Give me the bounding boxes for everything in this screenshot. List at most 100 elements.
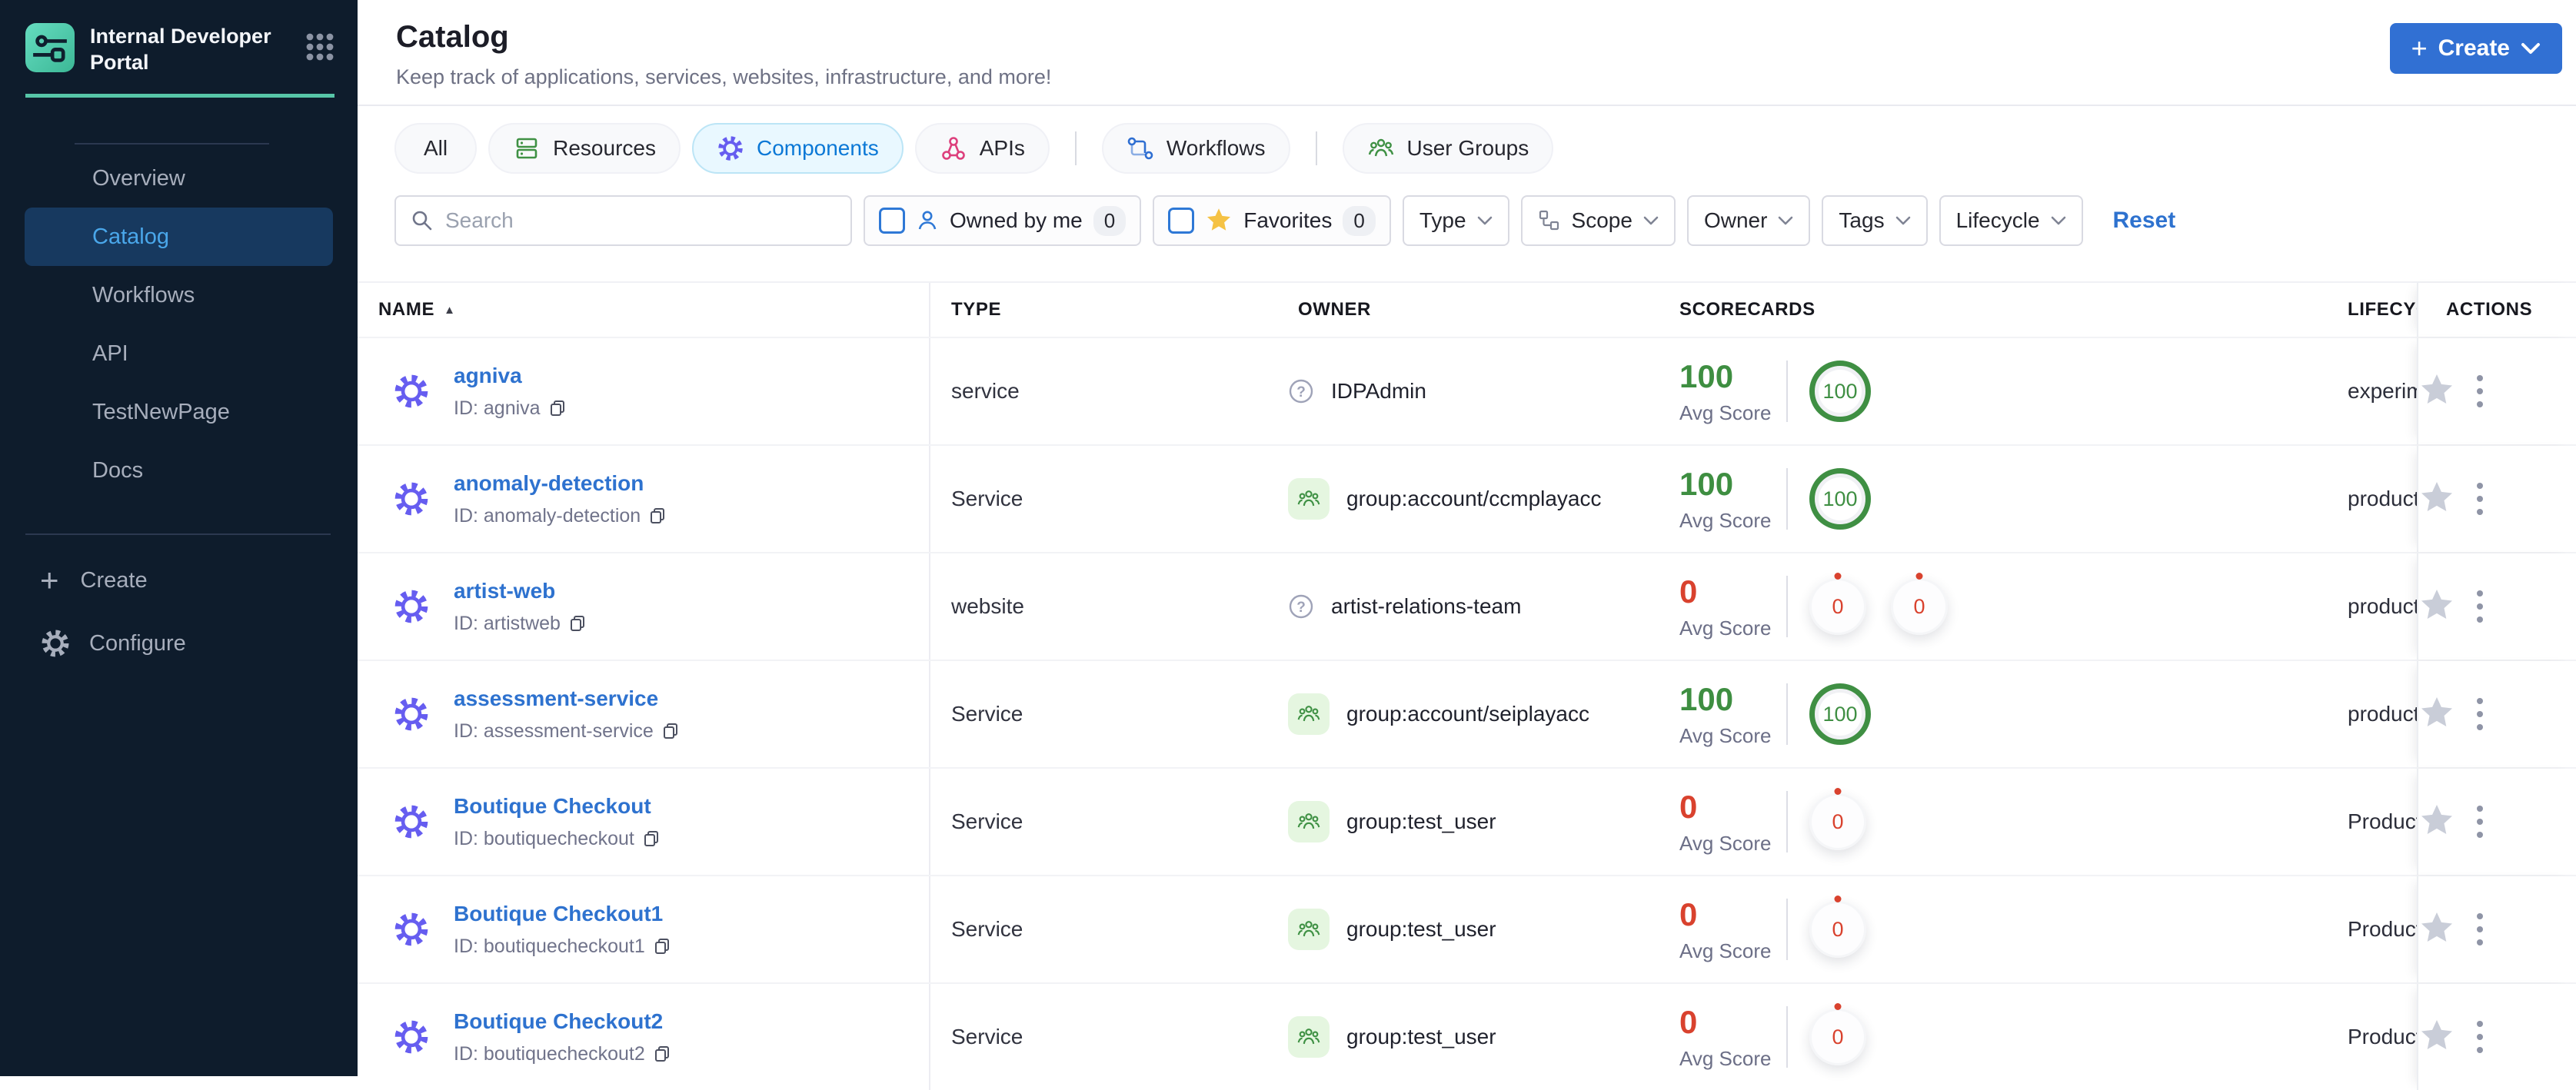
entity-name-link[interactable]: Boutique Checkout xyxy=(454,794,661,819)
tab-user-groups[interactable]: User Groups xyxy=(1343,123,1554,174)
entity-name-link[interactable]: assessment-service xyxy=(454,686,680,711)
column-header-lifecycle: LIFECYCLE xyxy=(2303,283,2417,337)
favorites-filter[interactable]: Favorites 0 xyxy=(1153,195,1391,246)
entity-type: Service xyxy=(930,984,1269,1090)
create-button-label: Create xyxy=(2438,35,2510,61)
favorite-star-icon[interactable] xyxy=(2418,803,2455,842)
sidebar-item-catalog[interactable]: Catalog xyxy=(25,208,333,266)
avg-score-label: Avg Score xyxy=(1679,724,1786,748)
favorite-star-icon[interactable] xyxy=(2418,695,2455,734)
entity-id: ID: boutiquecheckout1 xyxy=(454,935,645,958)
type-dropdown[interactable]: Type xyxy=(1403,195,1509,246)
sidebar-configure-label: Configure xyxy=(89,631,186,656)
sidebar-item-docs[interactable]: Docs xyxy=(0,441,358,500)
avg-score-value: 100 xyxy=(1679,358,1786,395)
sidebar-item-workflows[interactable]: Workflows xyxy=(0,266,358,324)
scorecard-ring[interactable]: 0 xyxy=(1809,901,1866,958)
gear-icon xyxy=(392,910,431,949)
favorite-star-icon[interactable] xyxy=(2418,910,2455,949)
avg-score-value: 0 xyxy=(1679,573,1786,610)
copy-icon[interactable] xyxy=(568,614,587,633)
entity-name-link[interactable]: artist-web xyxy=(454,579,587,603)
row-menu-icon[interactable] xyxy=(2477,590,2483,623)
type-dropdown-label: Type xyxy=(1419,208,1466,233)
scope-dropdown[interactable]: Scope xyxy=(1521,195,1676,246)
favorite-star-icon[interactable] xyxy=(2418,1018,2455,1057)
scorecard-ring[interactable]: 100 xyxy=(1809,683,1871,745)
copy-icon[interactable] xyxy=(661,722,680,740)
app-logo xyxy=(25,23,75,72)
copy-icon[interactable] xyxy=(648,507,667,525)
sidebar-item-api[interactable]: API xyxy=(0,324,358,383)
copy-icon[interactable] xyxy=(548,399,567,417)
tab-all[interactable]: All xyxy=(394,123,477,174)
column-header-type: TYPE xyxy=(930,283,1269,337)
scorecard-ring[interactable]: 100 xyxy=(1809,468,1871,530)
chevron-down-icon xyxy=(2521,42,2541,55)
row-menu-icon[interactable] xyxy=(2477,375,2483,407)
user-groups-icon xyxy=(1367,135,1395,162)
owned-by-me-label: Owned by me xyxy=(950,208,1083,233)
entity-name-link[interactable]: anomaly-detection xyxy=(454,471,667,496)
entity-name-link[interactable]: Boutique Checkout2 xyxy=(454,1009,671,1034)
table-row: Boutique Checkout1 ID: boutiquecheckout1… xyxy=(358,875,2576,982)
entity-owner: group:test_user xyxy=(1346,809,1496,834)
scorecard-ring[interactable]: 0 xyxy=(1809,793,1866,850)
plus-icon: + xyxy=(2411,35,2428,62)
tab-components[interactable]: Components xyxy=(692,123,904,174)
search-box[interactable] xyxy=(394,195,852,246)
scorecard-ring[interactable]: 0 xyxy=(1891,578,1948,635)
chevron-down-icon xyxy=(1643,216,1659,226)
avg-score-label: Avg Score xyxy=(1679,509,1786,533)
copy-icon[interactable] xyxy=(653,937,671,955)
entity-owner: group:test_user xyxy=(1346,917,1496,942)
favorite-star-icon[interactable] xyxy=(2418,587,2455,626)
sidebar-create-button[interactable]: + Create xyxy=(0,549,358,612)
copy-icon[interactable] xyxy=(653,1045,671,1063)
gear-icon xyxy=(392,803,431,841)
column-header-owner: OWNER xyxy=(1269,283,1638,337)
workflows-icon xyxy=(1127,135,1154,162)
scorecard-ring[interactable]: 100 xyxy=(1809,361,1871,422)
row-menu-icon[interactable] xyxy=(2477,806,2483,838)
entity-lifecycle: experimental xyxy=(2303,338,2417,444)
resources-icon xyxy=(513,135,541,162)
entity-id: ID: boutiquecheckout xyxy=(454,828,634,850)
tab-apis[interactable]: APIs xyxy=(915,123,1050,174)
entity-id: ID: boutiquecheckout2 xyxy=(454,1043,645,1065)
reset-filters-button[interactable]: Reset xyxy=(2113,208,2176,234)
row-menu-icon[interactable] xyxy=(2477,1021,2483,1053)
tab-workflows[interactable]: Workflows xyxy=(1102,123,1290,174)
copy-icon[interactable] xyxy=(642,829,661,848)
entity-name-link[interactable]: Boutique Checkout1 xyxy=(454,902,671,926)
avg-score-value: 0 xyxy=(1679,789,1786,826)
scorecard-ring[interactable]: 0 xyxy=(1809,1009,1866,1065)
sidebar-configure-button[interactable]: Configure xyxy=(0,612,358,675)
row-menu-icon[interactable] xyxy=(2477,698,2483,730)
lifecycle-dropdown[interactable]: Lifecycle xyxy=(1939,195,2083,246)
tab-resources[interactable]: Resources xyxy=(488,123,681,174)
column-header-actions: ACTIONS xyxy=(2417,283,2576,337)
favorites-checkbox[interactable] xyxy=(1168,208,1194,234)
search-input[interactable] xyxy=(445,208,814,233)
scorecard-ring[interactable]: 0 xyxy=(1809,578,1866,635)
owned-by-me-checkbox[interactable] xyxy=(879,208,905,234)
entity-name-link[interactable]: agniva xyxy=(454,364,567,388)
score-divider xyxy=(1786,899,1788,960)
avg-score-label: Avg Score xyxy=(1679,939,1786,963)
owner-dropdown[interactable]: Owner xyxy=(1687,195,1810,246)
entity-id: ID: agniva xyxy=(454,397,541,420)
sidebar-item-overview[interactable]: Overview xyxy=(0,149,358,208)
row-menu-icon[interactable] xyxy=(2477,483,2483,515)
favorite-star-icon[interactable] xyxy=(2418,480,2455,519)
column-header-name[interactable]: NAME ▲ xyxy=(358,283,930,337)
table-row: agniva ID: agniva service ? IDPAdmin 100… xyxy=(358,337,2576,444)
sidebar-item-testnewpage[interactable]: TestNewPage xyxy=(0,383,358,441)
favorite-star-icon[interactable] xyxy=(2418,372,2455,411)
owned-by-me-filter[interactable]: Owned by me 0 xyxy=(864,195,1141,246)
app-grid-icon[interactable] xyxy=(304,31,336,67)
tags-dropdown[interactable]: Tags xyxy=(1822,195,1927,246)
create-button[interactable]: + Create xyxy=(2390,23,2562,74)
row-menu-icon[interactable] xyxy=(2477,913,2483,945)
chevron-down-icon xyxy=(1895,216,1911,226)
